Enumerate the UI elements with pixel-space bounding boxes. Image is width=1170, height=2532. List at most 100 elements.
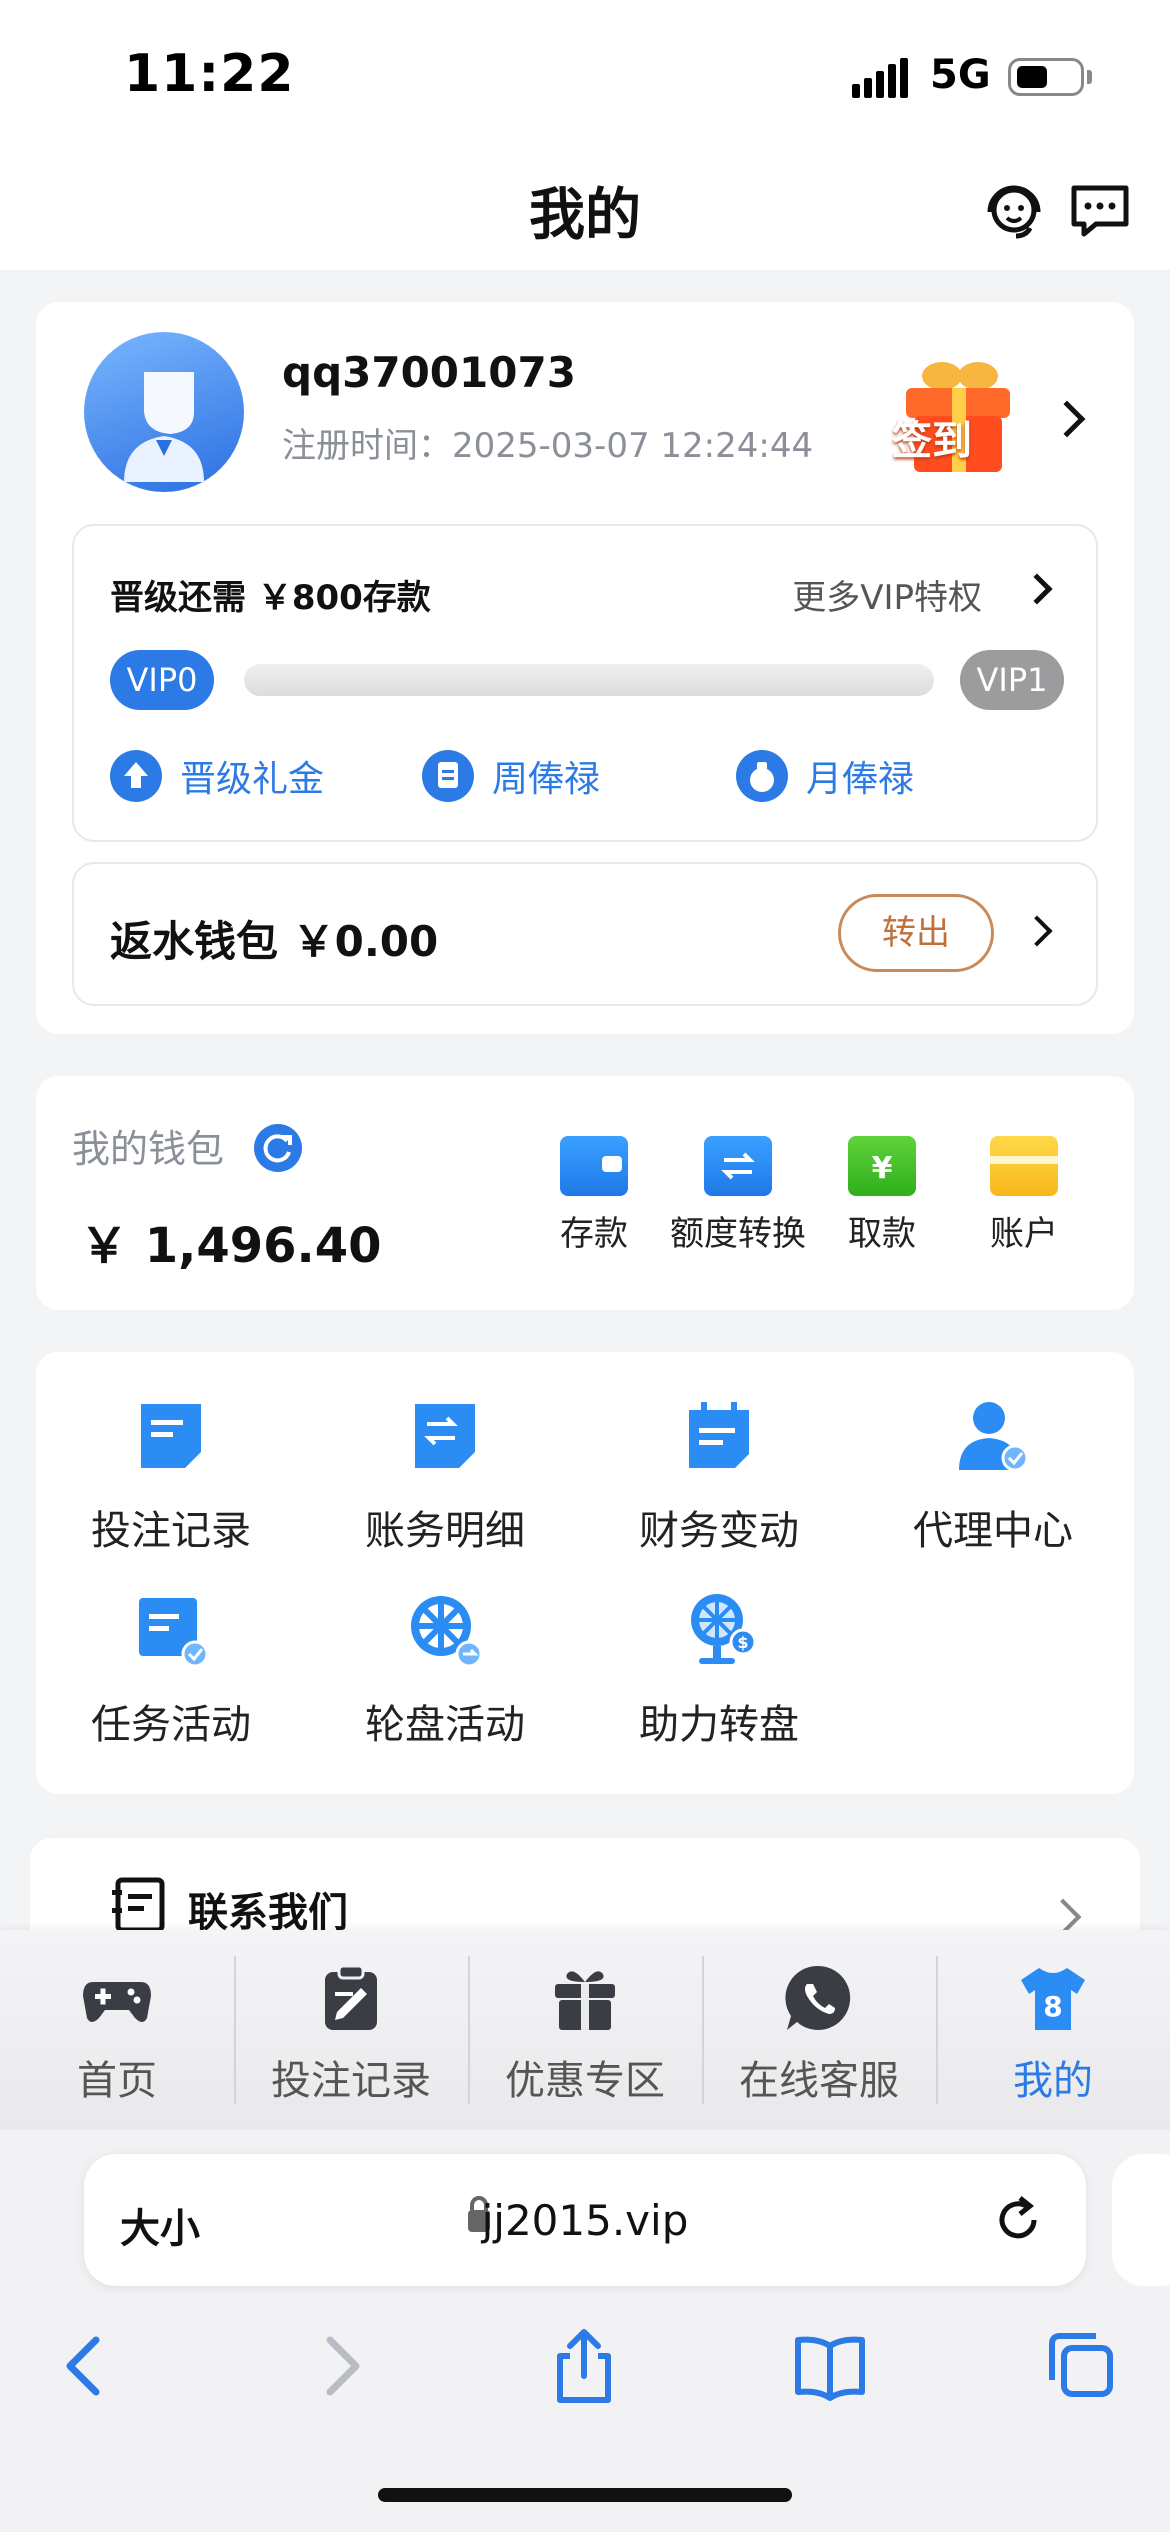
svg-text:$: $ bbox=[737, 1633, 748, 1652]
withdraw-funds-button[interactable]: ¥ 取款 bbox=[812, 1136, 952, 1255]
jersey-icon: 8 bbox=[1017, 1962, 1089, 2034]
register-time-row: 注册时间：2025-03-07 12:24:44 bbox=[282, 418, 813, 467]
status-bar: 11:22 5G bbox=[0, 0, 1170, 140]
tab-customer-service[interactable]: 在线客服 bbox=[702, 1930, 936, 2130]
tab-promotions[interactable]: 优惠专区 bbox=[468, 1930, 702, 2130]
feature-agent-center[interactable]: 代理中心 bbox=[858, 1396, 1128, 1556]
tab-label: 首页 bbox=[77, 2058, 157, 2104]
headset-icon[interactable] bbox=[980, 176, 1048, 244]
perk-weekly-salary[interactable]: 周俸禄 bbox=[422, 750, 600, 802]
wallet-title: 我的钱包 bbox=[72, 1127, 225, 1171]
vip-current-badge: VIP0 bbox=[110, 650, 214, 710]
back-icon[interactable] bbox=[46, 2326, 126, 2406]
feature-boost-wheel[interactable]: $ 助力转盘 bbox=[584, 1590, 854, 1750]
wallet-card: 我的钱包 ￥ 1,496.40 存款 额度转换 ¥ 取款 账户 bbox=[36, 1076, 1134, 1310]
browser-chrome: 大小 jj2015.vip bbox=[0, 2130, 1170, 2532]
address-bar[interactable]: 大小 jj2015.vip bbox=[84, 2154, 1086, 2286]
feature-bet-records[interactable]: 投注记录 bbox=[36, 1396, 306, 1556]
tab-mine[interactable]: 8 我的 bbox=[936, 1930, 1170, 2130]
chevron-right-icon[interactable] bbox=[1021, 573, 1053, 605]
transfer-icon bbox=[704, 1136, 772, 1196]
url-text[interactable]: jj2015.vip bbox=[84, 2196, 1086, 2245]
bottom-tab-bar: 首页 投注记录 优惠专区 在线客服 8 我的 bbox=[0, 1930, 1170, 2130]
chevron-right-icon[interactable] bbox=[1048, 400, 1086, 438]
tab-label: 我的 bbox=[1013, 2058, 1093, 2104]
perk-monthly-salary[interactable]: 月俸禄 bbox=[736, 750, 914, 802]
yuan-box-icon: ¥ bbox=[848, 1136, 916, 1196]
rebate-wallet-label: 返水钱包 ￥0.00 bbox=[110, 917, 439, 966]
feature-label: 助力转盘 bbox=[639, 1702, 799, 1748]
chat-phone-icon bbox=[783, 1962, 855, 2034]
transfer-document-icon bbox=[405, 1396, 485, 1476]
feature-label: 账务明细 bbox=[365, 1508, 525, 1554]
battery-cap bbox=[1087, 70, 1092, 84]
wheel-icon bbox=[405, 1590, 485, 1670]
withdraw-funds-label: 取款 bbox=[848, 1214, 916, 1254]
register-label: 注册时间： bbox=[282, 426, 452, 466]
gamepad-icon bbox=[81, 1962, 153, 2034]
feature-label: 投注记录 bbox=[91, 1508, 251, 1554]
page-header: 我的 bbox=[0, 140, 1170, 270]
svg-text:8: 8 bbox=[1043, 1990, 1062, 2023]
tab-label: 在线客服 bbox=[739, 2058, 899, 2104]
feature-label: 财务变动 bbox=[639, 1508, 799, 1554]
reload-icon[interactable] bbox=[990, 2192, 1046, 2248]
cellular-signal-icon bbox=[852, 58, 908, 98]
status-time: 11:22 bbox=[124, 44, 295, 104]
tab-home[interactable]: 首页 bbox=[0, 1930, 234, 2130]
vip-more-privileges-link[interactable]: 更多VIP特权 bbox=[792, 570, 982, 619]
network-type: 5G bbox=[930, 52, 991, 98]
deposit-button[interactable]: 存款 bbox=[524, 1136, 664, 1255]
bookmarks-icon[interactable] bbox=[790, 2326, 870, 2406]
tab-bet-records[interactable]: 投注记录 bbox=[234, 1930, 468, 2130]
username: qq37001073 bbox=[282, 348, 576, 397]
vip-progress-bar bbox=[244, 664, 934, 696]
signin-button[interactable]: 签到 bbox=[882, 348, 1032, 478]
document-icon bbox=[131, 1396, 211, 1476]
signin-label: 签到 bbox=[892, 418, 972, 464]
chevron-right-icon[interactable] bbox=[1021, 915, 1053, 947]
chat-bubble-icon[interactable] bbox=[1066, 176, 1134, 244]
tabs-icon[interactable] bbox=[1040, 2326, 1120, 2406]
rebate-wallet-row[interactable]: 返水钱包 ￥0.00 转出 bbox=[72, 862, 1098, 1006]
withdraw-button[interactable]: 转出 bbox=[838, 894, 994, 972]
svg-text:¥: ¥ bbox=[872, 1151, 893, 1186]
next-tab-preview[interactable] bbox=[1112, 2154, 1170, 2286]
feature-wheel-activity[interactable]: 轮盘活动 bbox=[310, 1590, 580, 1750]
transfer-label: 额度转换 bbox=[670, 1214, 806, 1254]
account-button[interactable]: 账户 bbox=[954, 1136, 1094, 1255]
perk-upgrade-bonus[interactable]: 晋级礼金 bbox=[110, 750, 324, 802]
perk-label: 晋级礼金 bbox=[180, 759, 325, 800]
feature-label: 代理中心 bbox=[913, 1508, 1073, 1554]
vip-next-badge: VIP1 bbox=[960, 650, 1064, 710]
home-indicator bbox=[378, 2488, 792, 2502]
feature-task-activity[interactable]: 任务活动 bbox=[36, 1590, 306, 1750]
vip-panel: 晋级还需 ￥800存款 更多VIP特权 VIP0 VIP1 晋级礼金 周俸禄 月… bbox=[72, 524, 1098, 842]
battery-icon bbox=[1008, 58, 1084, 96]
gift-icon bbox=[549, 1962, 621, 2034]
wallet-icon bbox=[560, 1136, 628, 1196]
transfer-button[interactable]: 额度转换 bbox=[668, 1136, 808, 1255]
refresh-icon[interactable] bbox=[254, 1124, 302, 1172]
contact-book-icon bbox=[112, 1877, 165, 1933]
arrow-up-icon bbox=[110, 750, 162, 802]
task-document-icon bbox=[131, 1590, 211, 1670]
clipboard-icon bbox=[422, 750, 474, 802]
agent-user-icon bbox=[953, 1396, 1033, 1476]
feature-grid: 投注记录 账务明细 财务变动 代理中心 任务活动 轮盘活动 $ 助力转盘 bbox=[36, 1352, 1134, 1794]
user-avatar-icon bbox=[124, 372, 204, 482]
tab-label: 投注记录 bbox=[271, 2058, 431, 2104]
clipboard-edit-icon bbox=[315, 1962, 387, 2034]
feature-label: 轮盘活动 bbox=[365, 1702, 525, 1748]
deposit-label: 存款 bbox=[560, 1214, 628, 1254]
avatar[interactable] bbox=[84, 332, 244, 492]
share-icon[interactable] bbox=[544, 2326, 624, 2406]
forward-icon[interactable] bbox=[300, 2326, 380, 2406]
prize-wheel-icon: $ bbox=[679, 1590, 759, 1670]
money-bag-icon bbox=[736, 750, 788, 802]
feature-financial-changes[interactable]: 财务变动 bbox=[584, 1396, 854, 1556]
feature-label: 任务活动 bbox=[91, 1702, 251, 1748]
perk-label: 月俸禄 bbox=[806, 759, 915, 800]
feature-account-details[interactable]: 账务明细 bbox=[310, 1396, 580, 1556]
calendar-icon bbox=[679, 1396, 759, 1476]
